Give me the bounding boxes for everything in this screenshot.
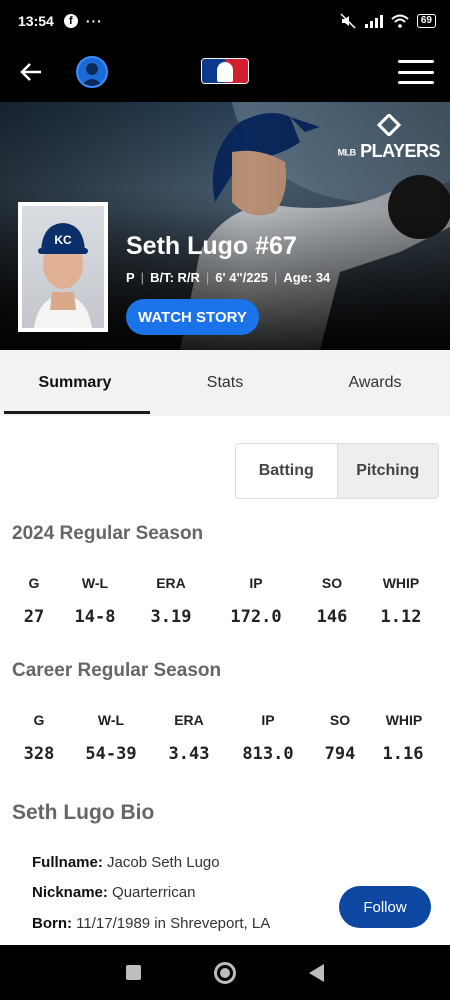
arrow-left-icon (20, 63, 41, 81)
bio-nickname: Nickname: Quarterrican (32, 884, 195, 901)
bio-fullname-label: Fullname: (32, 854, 103, 871)
recent-apps-icon[interactable] (126, 965, 142, 980)
top-navigation (0, 42, 450, 102)
player-name: Seth Lugo #67 (126, 232, 297, 260)
stat-value: 54-39 (85, 744, 137, 764)
stat-value: 172.0 (230, 607, 282, 627)
stat-header: W-L (81, 575, 109, 591)
home-icon[interactable] (213, 961, 236, 984)
bio-title: Seth Lugo Bio (12, 801, 155, 824)
bio-fullname: Fullname: Jacob Seth Lugo (32, 854, 220, 871)
stat-value: 1.16 (382, 744, 424, 764)
stat-value: 328 (23, 744, 55, 764)
players-logo-icon (376, 112, 401, 138)
stat-header: G (28, 575, 40, 591)
bio-born: Born: 11/17/1989 in Shreveport, LA (32, 915, 270, 932)
bio-nickname-value: Quarterrican (112, 884, 196, 901)
svg-text:KC: KC (54, 233, 72, 247)
player-headshot: KC (18, 202, 108, 332)
hamburger-menu-button[interactable] (398, 60, 434, 84)
stat-value: 3.19 (150, 607, 192, 627)
batting-toggle[interactable]: Batting (236, 444, 337, 498)
stat-header: ERA (156, 575, 186, 591)
status-bar: 13:54 f ··· 69 (0, 0, 450, 42)
stat-value: 27 (23, 607, 45, 627)
battery-icon: 69 (416, 14, 436, 28)
signal-icon (364, 14, 383, 28)
stat-value: 1.12 (380, 607, 422, 627)
profile-tabs: Summary Stats Awards (0, 350, 450, 416)
tab-awards[interactable]: Awards (300, 350, 450, 416)
player-height-weight: 6' 4"/225 (215, 270, 268, 285)
career-stats-title: Career Regular Season (12, 660, 222, 681)
stat-header: SO (329, 712, 351, 728)
bio-born-label: Born: (32, 915, 72, 932)
stat-value: 14-8 (74, 607, 116, 627)
stat-value: 3.43 (168, 744, 210, 764)
stat-value: 146 (316, 607, 348, 627)
user-avatar-icon (81, 63, 103, 86)
player-meta: P | B/T: R/R | 6' 4"/225 | Age: 34 (126, 270, 331, 285)
mlb-players-badge: MLB PLAYERS (338, 112, 440, 162)
tab-summary[interactable]: Summary (0, 350, 150, 416)
facebook-icon: f (63, 14, 78, 28)
player-position: P (126, 270, 135, 285)
stat-value: 813.0 (242, 744, 294, 764)
stat-header: SO (321, 575, 343, 591)
mlb-logo[interactable] (201, 58, 249, 84)
stat-header: IP (261, 712, 275, 728)
player-hero: MLB PLAYERS KC Seth Lugo #67 P | B/T: R/… (0, 102, 450, 350)
stat-header: WHIP (385, 712, 423, 728)
wifi-icon (391, 14, 409, 28)
more-notifications-icon: ··· (85, 13, 103, 29)
stat-header: W-L (97, 712, 125, 728)
bio-fullname-value: Jacob Seth Lugo (107, 854, 220, 871)
mute-icon (340, 13, 356, 29)
player-age: Age: 34 (283, 270, 331, 285)
season-stats-title: 2024 Regular Season (12, 523, 204, 544)
stat-header: IP (249, 575, 263, 591)
stat-header: WHIP (382, 575, 420, 591)
system-navigation-bar (0, 945, 450, 1000)
stat-type-toggle: Batting Pitching (235, 443, 439, 499)
pitching-toggle[interactable]: Pitching (336, 444, 438, 498)
profile-button[interactable] (76, 56, 108, 88)
back-triangle-icon[interactable] (308, 963, 324, 982)
status-time: 13:54 (18, 13, 54, 29)
stat-header: ERA (174, 712, 204, 728)
bio-nickname-label: Nickname: (32, 884, 108, 901)
back-button[interactable] (16, 57, 46, 87)
bio-born-value: 11/17/1989 in Shreveport, LA (76, 915, 271, 932)
stat-header: G (33, 712, 45, 728)
tab-stats[interactable]: Stats (150, 350, 300, 416)
follow-button[interactable]: Follow (339, 886, 431, 928)
stat-value: 794 (324, 744, 356, 764)
player-bats-throws: B/T: R/R (150, 270, 200, 285)
watch-story-button[interactable]: WATCH STORY (126, 299, 259, 335)
